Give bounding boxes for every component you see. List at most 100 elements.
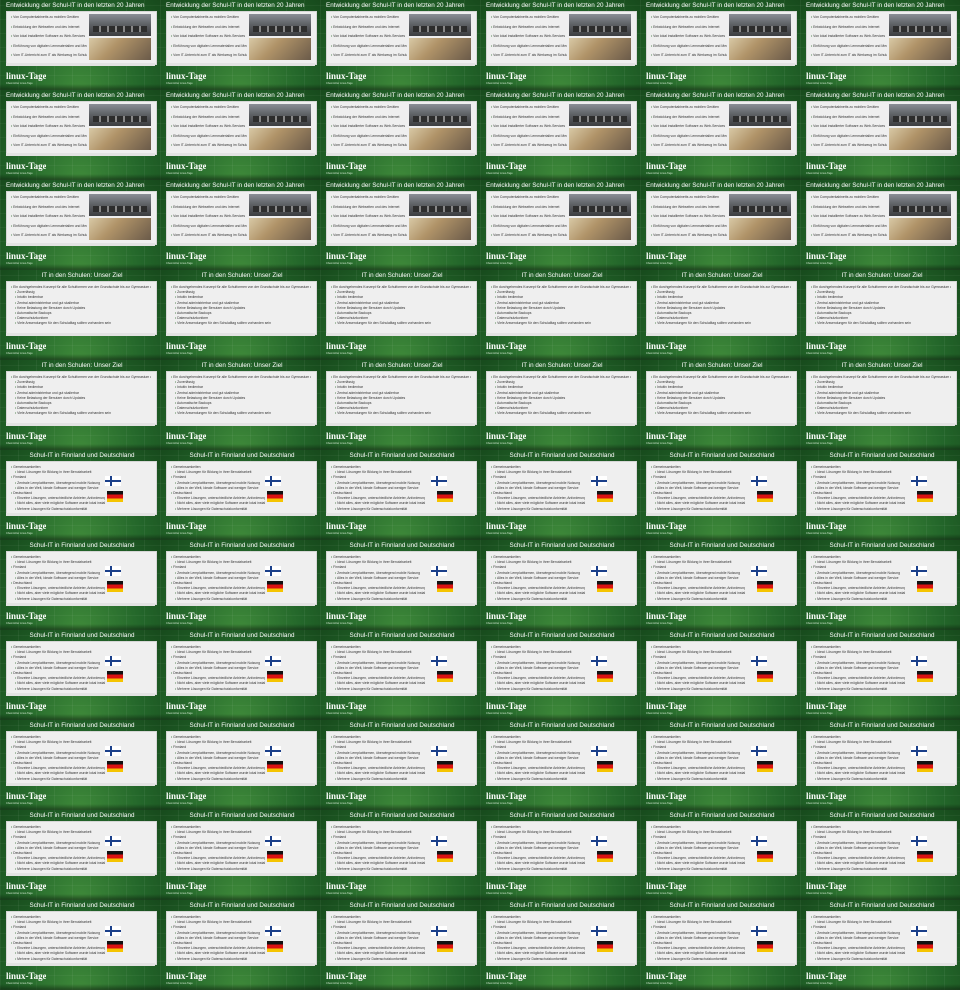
slide-thumbnail[interactable]: Schul-IT in Finnland und Deutschland Geme… [160,900,320,990]
slide-thumbnail[interactable]: Schul-IT in Finnland und Deutschland Geme… [320,450,480,540]
slide-thumbnail[interactable]: Entwicklung der Schul-IT in den letzten … [800,180,960,270]
slide-thumbnail[interactable]: IT in den Schulen: Unser Ziel Ein durchge… [160,360,320,450]
slide-thumbnail[interactable]: Schul-IT in Finnland und Deutschland Geme… [320,810,480,900]
slide-bullet: Ideal: Lösungen für Bildung in ihrer Ben… [15,740,105,744]
slide-thumbnail[interactable]: Schul-IT in Finnland und Deutschland Geme… [0,630,160,720]
slide-thumbnail[interactable]: Entwicklung der Schul-IT in den letzten … [320,180,480,270]
slide-thumbnail[interactable]: Schul-IT in Finnland und Deutschland Geme… [800,540,960,630]
slide-thumbnail[interactable]: Entwicklung der Schul-IT in den letzten … [160,0,320,90]
slide-thumbnail[interactable]: Schul-IT in Finnland und Deutschland Geme… [320,540,480,630]
computer-lab-photo [569,104,631,126]
slide-thumbnail[interactable]: Schul-IT in Finnland und Deutschland Geme… [640,540,800,630]
slide-thumbnail[interactable]: IT in den Schulen: Unser Ziel Ein durchge… [320,270,480,360]
finland-flag-icon [751,656,767,666]
slide-thumbnail[interactable]: Schul-IT in Finnland und Deutschland Geme… [160,450,320,540]
slide-thumbnail[interactable]: Schul-IT in Finnland und Deutschland Geme… [480,810,640,900]
slide-thumbnail[interactable]: Entwicklung der Schul-IT in den letzten … [0,0,160,90]
slide-thumbnail[interactable]: Schul-IT in Finnland und Deutschland Geme… [480,900,640,990]
slide-bullet: Gemeinsamkeiten [331,555,421,559]
slide-bullet: Entwicklung der Webseiten und des Intern… [171,205,247,209]
slide-thumbnail[interactable]: Entwicklung der Schul-IT in den letzten … [800,0,960,90]
slide-bullet: Deutschland [171,851,261,855]
slide-bullet: Von Computerkabinetts zu mobilen Geräten [811,195,887,199]
linux-tage-logo: linux-Tage [646,521,686,531]
slide-thumbnail[interactable]: Schul-IT in Finnland und Deutschland Geme… [0,900,160,990]
slide-thumbnail[interactable]: Schul-IT in Finnland und Deutschland Geme… [160,720,320,810]
slide-thumbnail[interactable]: Entwicklung der Schul-IT in den letzten … [0,90,160,180]
computer-lab-photo [249,194,311,216]
slide-thumbnail[interactable]: IT in den Schulen: Unser Ziel Ein durchge… [480,270,640,360]
slide-thumbnail[interactable]: Schul-IT in Finnland und Deutschland Geme… [0,540,160,630]
finland-flag-icon [431,836,447,846]
slide-thumbnail[interactable]: Schul-IT in Finnland und Deutschland Geme… [640,900,800,990]
slide-thumbnail[interactable]: IT in den Schulen: Unser Ziel Ein durchge… [800,360,960,450]
slide-thumbnail[interactable]: IT in den Schulen: Unser Ziel Ein durchge… [640,270,800,360]
finland-flag-icon [265,656,281,666]
slide-thumbnail[interactable]: Entwicklung der Schul-IT in den letzten … [480,90,640,180]
slide-thumbnail[interactable]: IT in den Schulen: Unser Ziel Ein durchge… [0,360,160,450]
slide-bullet: Zentrale Lernplattformen, überwiegend mo… [335,661,425,665]
slide-thumbnail[interactable]: IT in den Schulen: Unser Ziel Ein durchge… [160,270,320,360]
slide-thumbnail[interactable]: IT in den Schulen: Unser Ziel Ein durchge… [640,360,800,450]
slide-thumbnail[interactable]: Entwicklung der Schul-IT in den letzten … [160,180,320,270]
slide-thumbnail[interactable]: Schul-IT in Finnland und Deutschland Geme… [160,630,320,720]
slide-thumbnail[interactable]: Entwicklung der Schul-IT in den letzten … [320,0,480,90]
slide-thumbnail[interactable]: Schul-IT in Finnland und Deutschland Geme… [480,540,640,630]
slide-thumbnail[interactable]: Schul-IT in Finnland und Deutschland Geme… [0,720,160,810]
germany-flag-icon [597,581,613,592]
slide-thumbnail[interactable]: Schul-IT in Finnland und Deutschland Geme… [160,810,320,900]
slide-thumbnail[interactable]: Schul-IT in Finnland und Deutschland Geme… [480,630,640,720]
slide-thumbnail[interactable]: Schul-IT in Finnland und Deutschland Geme… [0,810,160,900]
slide-bullet: Ein durchgehendes Konzept für alle Schul… [491,285,631,289]
slide-thumbnail[interactable]: Entwicklung der Schul-IT in den letzten … [640,90,800,180]
slide-thumbnail[interactable]: Entwicklung der Schul-IT in den letzten … [480,0,640,90]
slide-thumbnail[interactable]: IT in den Schulen: Unser Ziel Ein durchge… [0,270,160,360]
slide-thumbnail[interactable]: Schul-IT in Finnland und Deutschland Geme… [320,630,480,720]
slide-thumbnail[interactable]: Schul-IT in Finnland und Deutschland Geme… [640,720,800,810]
slide-body: GemeinsamkeitenIdeal: Lösungen für Bildu… [646,551,797,605]
slide-body: GemeinsamkeitenIdeal: Lösungen für Bildu… [166,461,317,515]
linux-tage-logo: linux-Tage [6,971,46,981]
slide-thumbnail[interactable]: IT in den Schulen: Unser Ziel Ein durchge… [800,270,960,360]
slide-thumbnail[interactable]: IT in den Schulen: Unser Ziel Ein durchge… [480,360,640,450]
slide-thumbnail[interactable]: IT in den Schulen: Unser Ziel Ein durchge… [320,360,480,450]
slide-thumbnail[interactable]: Schul-IT in Finnland und Deutschland Geme… [320,900,480,990]
slide-bullet: Ideal: Lösungen für Bildung in ihrer Ben… [495,650,585,654]
linux-tage-logo: linux-Tage [166,161,206,171]
slide-thumbnail[interactable]: Entwicklung der Schul-IT in den letzten … [640,180,800,270]
slide-title: Entwicklung der Schul-IT in den letzten … [166,92,305,99]
slide-thumbnail[interactable]: Schul-IT in Finnland und Deutschland Geme… [640,450,800,540]
slide-bullet: Nicht alles, aber viele mögliche Softwar… [655,861,745,865]
slide-thumbnail[interactable]: Schul-IT in Finnland und Deutschland Geme… [0,450,160,540]
slide-thumbnail[interactable]: Schul-IT in Finnland und Deutschland Geme… [160,540,320,630]
slide-bullet: Von lokal installierter Software zu Web-… [331,214,407,218]
slide-thumbnail[interactable]: Schul-IT in Finnland und Deutschland Geme… [800,630,960,720]
slide-thumbnail[interactable]: Schul-IT in Finnland und Deutschland Geme… [800,900,960,990]
slide-thumbnail[interactable]: Entwicklung der Schul-IT in den letzten … [320,90,480,180]
slide-thumbnail[interactable]: Schul-IT in Finnland und Deutschland Geme… [480,450,640,540]
slide-bullet: Deutschland [11,941,101,945]
slide-thumbnail[interactable]: Schul-IT in Finnland und Deutschland Geme… [800,810,960,900]
slide-bullet: Ein durchgehendes Konzept für alle Schul… [171,285,311,289]
computer-lab-photo [729,194,791,216]
slide-bullet: Gemeinsamkeiten [11,465,101,469]
slide-thumbnail[interactable]: Entwicklung der Schul-IT in den letzten … [640,0,800,90]
slide-thumbnail[interactable]: Entwicklung der Schul-IT in den letzten … [0,180,160,270]
slide-thumbnail[interactable]: Schul-IT in Finnland und Deutschland Geme… [640,810,800,900]
slide-thumbnail[interactable]: Schul-IT in Finnland und Deutschland Geme… [640,630,800,720]
slide-bullet: Finnland [811,745,901,749]
slide-bullet: Finnland [331,835,421,839]
slide-thumbnail[interactable]: Schul-IT in Finnland und Deutschland Geme… [480,720,640,810]
slide-bullet: Ideal: Lösungen für Bildung in ihrer Ben… [15,560,105,564]
slide-bullet: Datenschutzkonform [815,316,955,320]
slide-thumbnail[interactable]: Schul-IT in Finnland und Deutschland Geme… [800,720,960,810]
slide-thumbnail[interactable]: Entwicklung der Schul-IT in den letzten … [800,90,960,180]
slide-bullet: Einzelne Lösungen, unterschiedliche Anbi… [175,856,265,860]
slide-title: IT in den Schulen: Unser Ziel [841,362,923,369]
slide-thumbnail[interactable]: Entwicklung der Schul-IT in den letzten … [160,90,320,180]
slide-thumbnail[interactable]: Entwicklung der Schul-IT in den letzten … [480,180,640,270]
slide-thumbnail[interactable]: Schul-IT in Finnland und Deutschland Geme… [800,450,960,540]
slide-bullet: Zentrale Lernplattformen, überwiegend mo… [15,571,105,575]
slide-thumbnail[interactable]: Schul-IT in Finnland und Deutschland Geme… [320,720,480,810]
slide-bullet: Zentrale Lernplattformen, überwiegend mo… [815,661,905,665]
